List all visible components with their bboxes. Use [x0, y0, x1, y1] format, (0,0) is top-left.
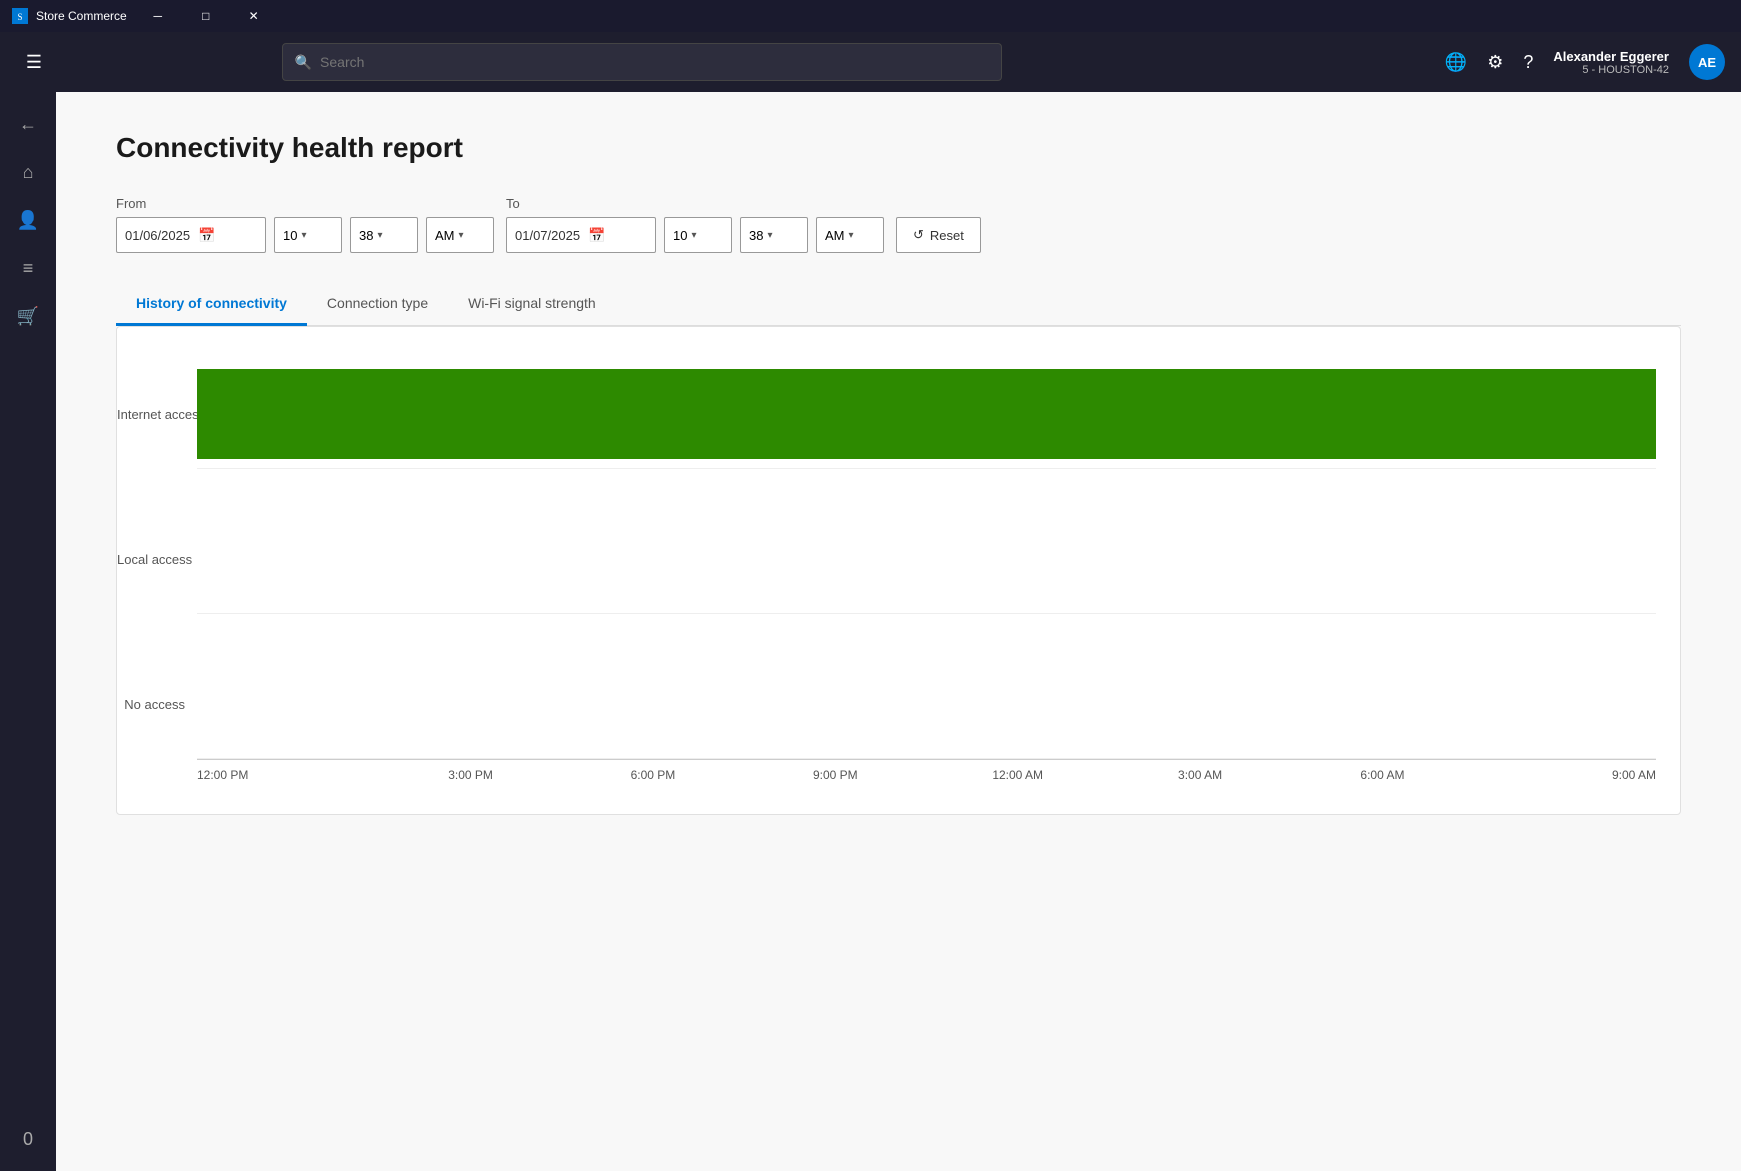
svg-text:S: S	[17, 12, 22, 22]
from-ampm-value: AM	[435, 228, 455, 243]
local-access-label: Local access	[117, 552, 197, 567]
from-hour-arrow: ▾	[301, 230, 306, 241]
reset-button[interactable]: ↺ Reset	[896, 217, 981, 253]
from-hour-value: 10	[283, 228, 297, 243]
x-axis-labels: 12:00 PM 3:00 PM 6:00 PM 9:00 PM 12:00 A…	[197, 768, 1656, 782]
to-hour-arrow: ▾	[691, 230, 696, 241]
from-controls: 01/06/2025 📅 10 ▾ 38 ▾ AM ▾	[116, 217, 494, 253]
to-ampm-arrow: ▾	[849, 230, 854, 241]
from-group: From 01/06/2025 📅 10 ▾ 38 ▾ A	[116, 196, 494, 253]
to-ampm-select[interactable]: AM ▾	[816, 217, 884, 253]
to-date-value: 01/07/2025	[515, 228, 580, 243]
from-hour-select[interactable]: 10 ▾	[274, 217, 342, 253]
chart-row-internet: Internet access	[197, 359, 1656, 469]
gear-icon[interactable]: ⚙	[1487, 52, 1503, 73]
to-hour-value: 10	[673, 228, 687, 243]
to-controls: 01/07/2025 📅 10 ▾ 38 ▾ AM ▾	[506, 217, 884, 253]
to-date-input[interactable]: 01/07/2025 📅	[506, 217, 656, 253]
x-tick-2: 6:00 PM	[562, 768, 744, 782]
sidebar-item-cart[interactable]: 🛒	[8, 296, 48, 336]
local-access-bar-area	[197, 504, 1656, 614]
main-content: Connectivity health report From 01/06/20…	[56, 92, 1741, 1171]
sidebar-item-zero: 0	[8, 1119, 48, 1159]
user-info: Alexander Eggerer 5 - HOUSTON-42	[1553, 49, 1669, 76]
filter-row: From 01/06/2025 📅 10 ▾ 38 ▾ A	[116, 196, 1681, 253]
from-calendar-icon[interactable]: 📅	[198, 227, 215, 244]
tab-wifi-signal-strength[interactable]: Wi-Fi signal strength	[448, 285, 616, 326]
x-tick-5: 3:00 AM	[1109, 768, 1291, 782]
x-tick-6: 6:00 AM	[1291, 768, 1473, 782]
search-bar[interactable]: 🔍	[282, 43, 1002, 81]
sidebar-item-user[interactable]: 👤	[8, 200, 48, 240]
globe-icon[interactable]: 🌐	[1445, 52, 1467, 73]
internet-access-label: Internet access	[117, 407, 197, 422]
x-axis: 12:00 PM 3:00 PM 6:00 PM 9:00 PM 12:00 A…	[197, 759, 1656, 782]
search-input[interactable]	[320, 54, 989, 70]
x-tick-0: 12:00 PM	[197, 768, 379, 782]
app-title: Store Commerce	[36, 9, 127, 23]
title-bar: S Store Commerce ─ □ ✕	[0, 0, 1741, 32]
chart-row-local: Local access	[197, 504, 1656, 614]
from-minute-arrow: ▾	[377, 230, 382, 241]
nav-bar: ☰ 🔍 🌐 ⚙ ? Alexander Eggerer 5 - HOUSTON-…	[0, 32, 1741, 92]
nav-right: 🌐 ⚙ ? Alexander Eggerer 5 - HOUSTON-42 A…	[1445, 44, 1725, 80]
x-tick-3: 9:00 PM	[744, 768, 926, 782]
minimize-button[interactable]: ─	[135, 0, 181, 32]
from-ampm-arrow: ▾	[459, 230, 464, 241]
from-ampm-select[interactable]: AM ▾	[426, 217, 494, 253]
from-label: From	[116, 196, 494, 211]
search-icon: 🔍	[295, 54, 312, 71]
chart-row-noaccess: No access	[197, 649, 1656, 759]
to-ampm-value: AM	[825, 228, 845, 243]
x-tick-7: 9:00 AM	[1474, 768, 1656, 782]
page-title: Connectivity health report	[116, 132, 1681, 164]
sidebar-item-home[interactable]: ⌂	[8, 152, 48, 192]
to-calendar-icon[interactable]: 📅	[588, 227, 605, 244]
sidebar-item-back[interactable]: ←	[8, 104, 48, 144]
to-label: To	[506, 196, 884, 211]
chart-wrapper: Internet access Local access No access	[197, 359, 1656, 782]
no-access-bar-area	[197, 649, 1656, 759]
to-group: To 01/07/2025 📅 10 ▾ 38 ▾ AM	[506, 196, 884, 253]
tab-connection-type[interactable]: Connection type	[307, 285, 448, 326]
x-tick-4: 12:00 AM	[927, 768, 1109, 782]
x-tick-1: 3:00 PM	[379, 768, 561, 782]
from-minute-select[interactable]: 38 ▾	[350, 217, 418, 253]
from-date-value: 01/06/2025	[125, 228, 190, 243]
sidebar-item-list[interactable]: ≡	[8, 248, 48, 288]
sidebar: ← ⌂ 👤 ≡ 🛒 0	[0, 92, 56, 1171]
nav-hamburger-icon[interactable]: ☰	[16, 44, 52, 80]
main-layout: ← ⌂ 👤 ≡ 🛒 0 Connectivity health report F…	[0, 92, 1741, 1171]
from-date-input[interactable]: 01/06/2025 📅	[116, 217, 266, 253]
user-avatar[interactable]: AE	[1689, 44, 1725, 80]
app-icon: S	[12, 8, 28, 24]
internet-access-bar-area	[197, 359, 1656, 469]
tabs-container: History of connectivity Connection type …	[116, 285, 1681, 326]
help-icon[interactable]: ?	[1523, 52, 1533, 73]
to-hour-select[interactable]: 10 ▾	[664, 217, 732, 253]
tab-history-of-connectivity[interactable]: History of connectivity	[116, 285, 307, 326]
internet-access-green-bar	[197, 369, 1656, 459]
to-minute-arrow: ▾	[767, 230, 772, 241]
user-store: 5 - HOUSTON-42	[1582, 64, 1669, 76]
to-minute-select[interactable]: 38 ▾	[740, 217, 808, 253]
chart-container: Internet access Local access No access	[116, 326, 1681, 815]
chart-area: Internet access Local access No access	[197, 359, 1656, 759]
window-controls: ─ □ ✕	[135, 0, 277, 32]
no-access-label: No access	[117, 697, 197, 712]
reset-icon: ↺	[913, 227, 924, 243]
to-minute-value: 38	[749, 228, 763, 243]
close-button[interactable]: ✕	[231, 0, 277, 32]
from-minute-value: 38	[359, 228, 373, 243]
reset-label: Reset	[930, 228, 964, 243]
user-name: Alexander Eggerer	[1553, 49, 1669, 64]
maximize-button[interactable]: □	[183, 0, 229, 32]
